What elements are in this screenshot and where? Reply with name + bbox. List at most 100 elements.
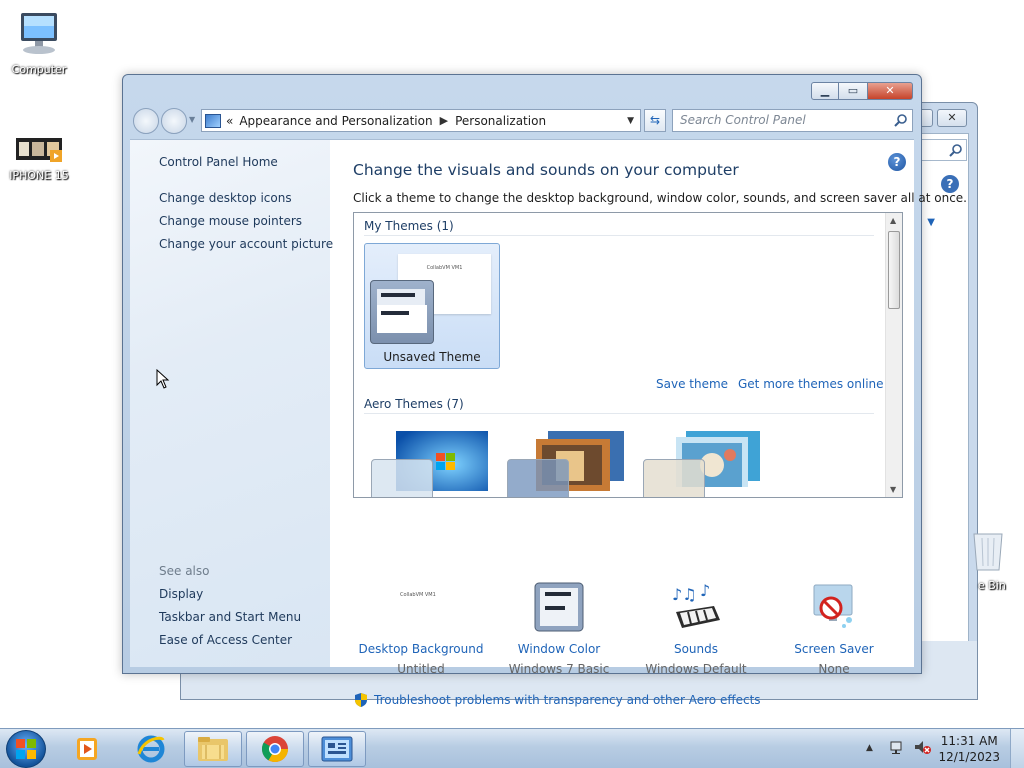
address-dropdown-icon[interactable]: ▼ bbox=[627, 116, 634, 126]
file-explorer-icon bbox=[198, 737, 228, 761]
group-divider bbox=[364, 413, 874, 414]
taskbar-start-menu-link[interactable]: Taskbar and Start Menu bbox=[159, 610, 301, 624]
chevron-down-icon[interactable]: ▼ bbox=[927, 217, 935, 228]
refresh-button[interactable]: ⇆ bbox=[644, 109, 666, 132]
caption-buttons: ▁ ▭ ✕ bbox=[811, 82, 913, 100]
change-desktop-icons-link[interactable]: Change desktop icons bbox=[159, 191, 292, 205]
sounds-setting[interactable]: ♪♫ ♪ Sounds Windows Default bbox=[626, 582, 766, 676]
troubleshoot-label[interactable]: Troubleshoot problems with transparency … bbox=[374, 693, 761, 707]
scroll-up-icon[interactable]: ▲ bbox=[890, 216, 896, 225]
clock-time: 11:31 AM bbox=[940, 734, 998, 748]
help-icon[interactable]: ? bbox=[888, 153, 906, 171]
screen-saver-setting[interactable]: Screen Saver None bbox=[764, 582, 904, 676]
ease-of-access-link[interactable]: Ease of Access Center bbox=[159, 633, 292, 647]
desktop-background-setting[interactable]: CollabVM VM1 Desktop Background Untitled bbox=[351, 582, 491, 676]
desktop-icon-iphone-15[interactable]: IPHONE 15 bbox=[1, 136, 77, 182]
thumbnail-text: CollabVM VM1 bbox=[400, 592, 436, 598]
show-desktop-button[interactable] bbox=[1010, 729, 1024, 768]
save-theme-link[interactable]: Save theme bbox=[656, 377, 728, 391]
get-more-themes-link[interactable]: Get more themes online bbox=[738, 377, 884, 391]
desktop-background-icon: CollabVM VM1 bbox=[351, 582, 491, 636]
show-hidden-icons-icon[interactable]: ▲ bbox=[866, 743, 873, 753]
control-panel-home-link[interactable]: Control Panel Home bbox=[159, 155, 278, 169]
group-divider bbox=[364, 235, 874, 236]
taskbar-chrome[interactable] bbox=[246, 731, 304, 767]
recent-pages-icon[interactable]: ▼ bbox=[189, 115, 195, 124]
forward-button[interactable] bbox=[161, 108, 187, 134]
theme-tile-unsaved[interactable]: CollabVM VM1 Unsaved Theme bbox=[364, 243, 500, 369]
window-color-link[interactable]: Window Color bbox=[489, 642, 629, 656]
theme-list[interactable]: My Themes (1) CollabVM VM1 Unsaved Theme… bbox=[353, 212, 903, 498]
window-color-setting[interactable]: Window Color Windows 7 Basic bbox=[489, 582, 629, 676]
maximize-button[interactable]: ▭ bbox=[839, 82, 867, 100]
breadcrumb-separator-icon[interactable]: ▶ bbox=[440, 114, 448, 127]
svg-text:♪♫: ♪♫ bbox=[672, 585, 697, 604]
theme-tile-architecture[interactable] bbox=[502, 431, 626, 497]
page-description: Click a theme to change the desktop back… bbox=[353, 191, 967, 205]
search-placeholder: Search Control Panel bbox=[680, 113, 806, 127]
see-also-heading: See also bbox=[159, 564, 210, 578]
theme-window-color-thumbnail bbox=[507, 459, 569, 497]
recycle-bin-icon bbox=[973, 533, 1003, 571]
desktop-icon-computer[interactable]: Computer bbox=[1, 10, 77, 76]
windows-logo-icon bbox=[16, 739, 36, 759]
computer-icon bbox=[21, 13, 57, 54]
screen-saver-link[interactable]: Screen Saver bbox=[764, 642, 904, 656]
background-window-close-button[interactable]: ✕ bbox=[937, 109, 967, 127]
sounds-value: Windows Default bbox=[645, 662, 747, 676]
chrome-icon bbox=[261, 736, 289, 763]
my-themes-heading: My Themes (1) bbox=[364, 219, 454, 233]
theme-tile-windows-7[interactable] bbox=[366, 431, 490, 497]
breadcrumb-appearance[interactable]: Appearance and Personalization bbox=[239, 114, 432, 128]
shield-icon bbox=[355, 693, 367, 707]
close-icon: ✕ bbox=[885, 84, 895, 97]
desktop-icon-label: Computer bbox=[11, 63, 67, 76]
breadcrumb-personalization[interactable]: Personalization bbox=[455, 114, 546, 128]
search-icon bbox=[949, 144, 962, 157]
start-button[interactable] bbox=[6, 730, 46, 768]
sounds-link[interactable]: Sounds bbox=[626, 642, 766, 656]
troubleshoot-aero-link[interactable]: Troubleshoot problems with transparency … bbox=[353, 692, 761, 708]
sounds-icon: ♪♫ ♪ bbox=[626, 582, 766, 636]
taskbar-clock[interactable]: 11:31 AM 12/1/2023 bbox=[938, 733, 1000, 765]
taskbar-internet-explorer[interactable] bbox=[122, 731, 180, 767]
screen-saver-icon bbox=[764, 582, 904, 636]
minimize-button[interactable]: ▁ bbox=[811, 82, 839, 100]
address-bar[interactable]: « Appearance and Personalization ▶ Perso… bbox=[201, 109, 641, 132]
display-link[interactable]: Display bbox=[159, 587, 203, 601]
control-panel-icon bbox=[321, 736, 353, 762]
change-account-picture-link[interactable]: Change your account picture bbox=[159, 237, 333, 251]
theme-list-scrollbar[interactable]: ▲ ▼ bbox=[885, 213, 902, 497]
mouse-cursor-icon bbox=[156, 369, 170, 389]
media-player-icon bbox=[77, 738, 97, 760]
volume-muted-icon[interactable] bbox=[914, 739, 932, 755]
taskbar-media-player[interactable] bbox=[58, 731, 116, 767]
screen-saver-value: None bbox=[818, 662, 850, 676]
desktop-icon-recycle-bin[interactable]: e Bin bbox=[960, 526, 1024, 596]
desktop-icon-label: IPHONE 15 bbox=[9, 169, 69, 182]
network-icon[interactable] bbox=[890, 739, 906, 755]
taskbar-control-panel[interactable] bbox=[308, 731, 366, 767]
maximize-icon: ▭ bbox=[847, 84, 859, 97]
aero-themes-heading: Aero Themes (7) bbox=[364, 397, 464, 411]
desktop-background-link[interactable]: Desktop Background bbox=[351, 642, 491, 656]
scrollbar-thumb[interactable] bbox=[888, 231, 900, 309]
personalization-window[interactable]: ▁ ▭ ✕ ▼ « Appearance and Personalization… bbox=[122, 74, 967, 707]
breadcrumb-overflow[interactable]: « bbox=[226, 114, 233, 128]
video-file-icon bbox=[16, 138, 62, 162]
internet-explorer-icon bbox=[137, 735, 165, 763]
search-input[interactable]: Search Control Panel bbox=[672, 109, 913, 132]
search-icon[interactable] bbox=[894, 113, 908, 127]
window-color-value: Windows 7 Basic bbox=[508, 662, 610, 676]
minimize-icon: ▁ bbox=[820, 84, 830, 97]
close-button[interactable]: ✕ bbox=[867, 82, 913, 100]
theme-window-color-thumbnail bbox=[371, 459, 433, 497]
theme-tile-label: Unsaved Theme bbox=[383, 350, 481, 364]
window-content: Control Panel Home Change desktop icons … bbox=[130, 139, 967, 707]
back-button[interactable] bbox=[133, 108, 159, 134]
scroll-down-icon[interactable]: ▼ bbox=[890, 485, 896, 494]
taskbar-file-explorer[interactable] bbox=[184, 731, 242, 767]
window-color-icon bbox=[489, 582, 629, 636]
change-mouse-pointers-link[interactable]: Change mouse pointers bbox=[159, 214, 302, 228]
theme-tile-characters[interactable] bbox=[638, 431, 762, 497]
